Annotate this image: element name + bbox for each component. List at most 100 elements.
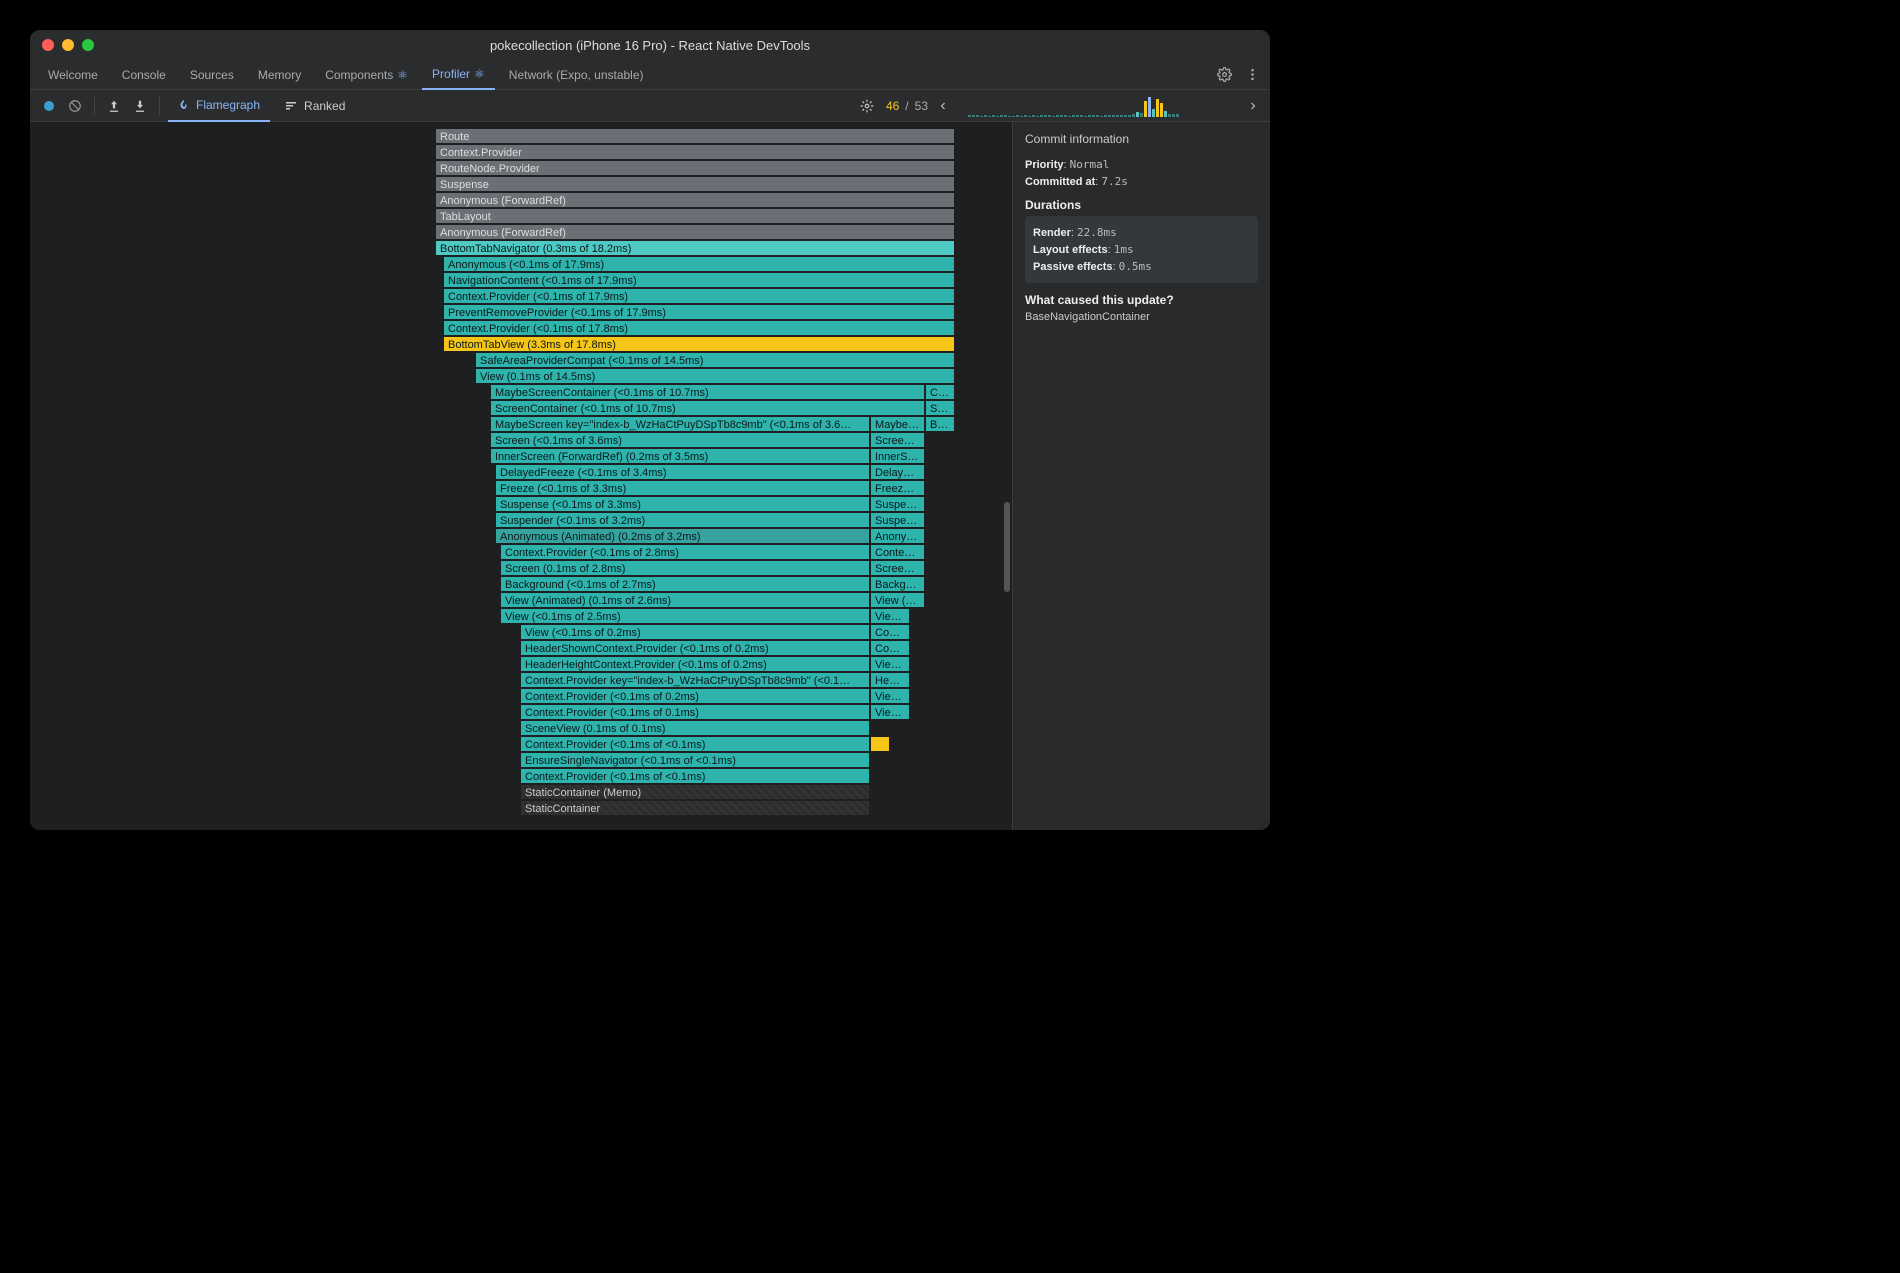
flame-cell[interactable]: DelayedFreeze (<0.1ms of 3.4ms) [495, 464, 870, 480]
flame-cell[interactable]: Context.Provider (<0.1ms of 17.9ms) [443, 288, 955, 304]
commit-bar[interactable] [1104, 115, 1107, 117]
flame-cell[interactable]: Anonymous (Animated) (0.2ms of 3.2ms) [495, 528, 870, 544]
tab-profiler[interactable]: Profiler ⚛ [422, 60, 495, 90]
flame-cell[interactable]: HeaderHeightContext.Provider (<0.1ms of … [520, 656, 870, 672]
commit-bar[interactable] [1160, 103, 1163, 117]
commit-bar[interactable] [1140, 113, 1143, 117]
commit-bar[interactable] [988, 116, 991, 117]
flame-cell[interactable]: StaticContainer [520, 800, 870, 816]
flame-cell[interactable]: View (0.1ms of 14.5ms) [475, 368, 955, 384]
flame-cell[interactable]: Screen … [870, 432, 925, 448]
commit-bar[interactable] [980, 116, 983, 117]
flame-cell[interactable]: Context.Provider (<0.1ms of <0.1ms) [520, 736, 870, 752]
scrollbar[interactable] [1004, 502, 1010, 592]
commit-bar[interactable] [1004, 115, 1007, 117]
commit-bar[interactable] [1132, 114, 1135, 117]
next-commit-button[interactable] [1244, 97, 1262, 115]
flame-cell[interactable]: Maybe… [870, 416, 925, 432]
flame-cell[interactable]: View (… [870, 608, 910, 624]
flame-cell[interactable]: Context.Provider (<0.1ms of 0.1ms) [520, 704, 870, 720]
zoom-icon[interactable] [82, 39, 94, 51]
commit-bar[interactable] [1144, 101, 1147, 117]
flame-cell[interactable]: Vie… [870, 656, 910, 672]
commit-bar[interactable] [1168, 114, 1171, 117]
flame-cell[interactable]: NavigationContent (<0.1ms of 17.9ms) [443, 272, 955, 288]
commit-bar[interactable] [1008, 116, 1011, 117]
tab-console[interactable]: Console [112, 60, 176, 90]
commit-bar[interactable] [968, 115, 971, 117]
commit-bar[interactable] [1072, 115, 1075, 117]
commit-bar[interactable] [1036, 116, 1039, 117]
commit-bar[interactable] [1108, 115, 1111, 117]
commit-bar[interactable] [1056, 115, 1059, 117]
flame-cell[interactable]: Route [435, 128, 955, 144]
flame-cell[interactable]: Scree… [870, 560, 925, 576]
flame-cell[interactable]: Anony… [870, 528, 925, 544]
flame-cell[interactable]: BottomTabNavigator (0.3ms of 18.2ms) [435, 240, 955, 256]
flame-cell[interactable]: Suspe… [870, 512, 925, 528]
commit-bar[interactable] [1092, 115, 1095, 117]
tab-sources[interactable]: Sources [180, 60, 244, 90]
flame-cell[interactable]: SceneView (0.1ms of 0.1ms) [520, 720, 870, 736]
flame-cell[interactable]: StaticContainer (Memo) [520, 784, 870, 800]
tab-welcome[interactable]: Welcome [38, 60, 108, 90]
commit-bar[interactable] [1096, 115, 1099, 117]
commit-bar[interactable] [984, 115, 987, 117]
flame-cell[interactable]: Context.Provider (<0.1ms of 2.8ms) [500, 544, 870, 560]
flame-cell[interactable]: MaybeScreenContainer (<0.1ms of 10.7ms) [490, 384, 925, 400]
commit-bar[interactable] [1100, 116, 1103, 117]
tab-ranked[interactable]: Ranked [274, 90, 355, 122]
flame-cell[interactable]: Context.Provider (<0.1ms of 17.8ms) [443, 320, 955, 336]
commit-bar[interactable] [996, 116, 999, 117]
commit-bar[interactable] [992, 115, 995, 117]
prev-commit-button[interactable] [934, 97, 952, 115]
commit-bar[interactable] [1080, 115, 1083, 117]
flamegraph-pane[interactable]: RouteContext.ProviderRouteNode.ProviderS… [30, 122, 1012, 830]
flame-cell[interactable]: BottomTabView (3.3ms of 17.8ms) [443, 336, 955, 352]
commit-bar[interactable] [1060, 115, 1063, 117]
flame-cell[interactable]: Co… [925, 384, 955, 400]
flame-cell[interactable]: Context.Provider (<0.1ms of 0.2ms) [520, 688, 870, 704]
flame-cell[interactable]: EnsureSingleNavigator (<0.1ms of <0.1ms) [520, 752, 870, 768]
flame-cell[interactable]: Context.Provider [435, 144, 955, 160]
record-button[interactable] [38, 95, 60, 117]
commit-bar[interactable] [1120, 115, 1123, 117]
commit-bar[interactable] [1020, 116, 1023, 117]
commit-bar[interactable] [976, 115, 979, 117]
close-icon[interactable] [42, 39, 54, 51]
flame-cell[interactable]: ScreenContainer (<0.1ms of 10.7ms) [490, 400, 925, 416]
commit-bar[interactable] [1152, 109, 1155, 117]
flame-cell[interactable]: Freeze (<0.1ms of 3.3ms) [495, 480, 870, 496]
download-button[interactable] [129, 95, 151, 117]
commit-bar[interactable] [1164, 111, 1167, 117]
flame-cell[interactable]: View (<0.1ms of 2.5ms) [500, 608, 870, 624]
flame-cell[interactable]: Suspense (<0.1ms of 3.3ms) [495, 496, 870, 512]
commit-bar[interactable] [1084, 116, 1087, 117]
commit-bar[interactable] [1000, 115, 1003, 117]
commit-bar-strip[interactable] [968, 95, 1228, 117]
commit-bar[interactable] [1172, 114, 1175, 117]
commit-bar[interactable] [1024, 115, 1027, 117]
flame-cell[interactable]: Suspense [435, 176, 955, 192]
commit-bar[interactable] [1012, 116, 1015, 117]
commit-bar[interactable] [1040, 115, 1043, 117]
tab-memory[interactable]: Memory [248, 60, 311, 90]
commit-bar[interactable] [1176, 114, 1179, 117]
flame-cell[interactable]: Context.Provider key="index-b_WzHaCtPuyD… [520, 672, 870, 688]
flame-cell[interactable] [870, 736, 890, 752]
commit-bar[interactable] [1068, 116, 1071, 117]
commit-bar[interactable] [1088, 115, 1091, 117]
flame-cell[interactable]: MaybeScreen key="index-b_WzHaCtPuyDSpTb8… [490, 416, 870, 432]
reload-button[interactable] [64, 95, 86, 117]
flame-cell[interactable]: Con… [870, 624, 910, 640]
commit-bar[interactable] [972, 115, 975, 117]
flame-cell[interactable]: Background (<0.1ms of 2.7ms) [500, 576, 870, 592]
flame-cell[interactable]: Suspe… [870, 496, 925, 512]
commit-bar[interactable] [1112, 115, 1115, 117]
flame-cell[interactable]: Conte… [870, 544, 925, 560]
commit-bar[interactable] [1028, 116, 1031, 117]
settings-icon[interactable] [856, 95, 878, 117]
flame-cell[interactable]: RouteNode.Provider [435, 160, 955, 176]
flame-cell[interactable]: Anonymous (ForwardRef) [435, 192, 955, 208]
commit-bar[interactable] [1044, 115, 1047, 117]
